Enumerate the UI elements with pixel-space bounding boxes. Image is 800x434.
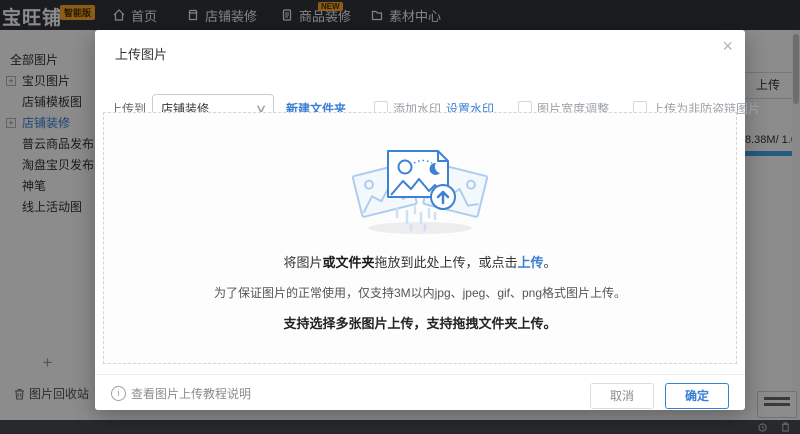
close-icon[interactable]: × bbox=[722, 36, 733, 56]
drop-text-bold: 或文件夹 bbox=[322, 255, 374, 270]
upload-pictures-illustration bbox=[335, 129, 505, 237]
drop-zone[interactable]: 将图片或文件夹拖放到此处上传，或点击上传。 为了保证图片的正常使用，仅支持3M以… bbox=[103, 112, 737, 364]
upload-tutorial-link[interactable]: i 查看图片上传教程说明 bbox=[111, 385, 251, 402]
confirm-button[interactable]: 确定 bbox=[665, 383, 729, 409]
cancel-button[interactable]: 取消 bbox=[590, 383, 654, 409]
upload-image-dialog: 上传图片 × 上传到 店铺装修 ∨ 新建文件夹 添加水印 设置水印 图片宽度调整… bbox=[95, 30, 745, 410]
multi-select-hint-line: 支持选择多张图片上传，支持拖拽文件夹上传。 bbox=[104, 313, 736, 332]
drop-text: 将图片 bbox=[283, 255, 322, 270]
drop-text: 。 bbox=[544, 255, 557, 270]
dialog-title: 上传图片 bbox=[115, 44, 167, 63]
info-icon: i bbox=[111, 386, 126, 401]
format-hint-line: 为了保证图片的正常使用，仅支持3M以内jpg、jpeg、gif、png格式图片上… bbox=[104, 284, 736, 301]
drop-text: 拖放到此处上传，或点击 bbox=[374, 255, 517, 270]
dialog-footer: i 查看图片上传教程说明 取消 确定 bbox=[95, 374, 745, 411]
tutorial-label: 查看图片上传教程说明 bbox=[131, 385, 251, 402]
upload-link[interactable]: 上传 bbox=[518, 255, 544, 270]
drop-instruction-line: 将图片或文件夹拖放到此处上传，或点击上传。 bbox=[104, 252, 736, 271]
screen: 宝旺铺 智能版 首页 店铺装修 商品装修 NEW 素材中心 bbox=[0, 0, 800, 434]
